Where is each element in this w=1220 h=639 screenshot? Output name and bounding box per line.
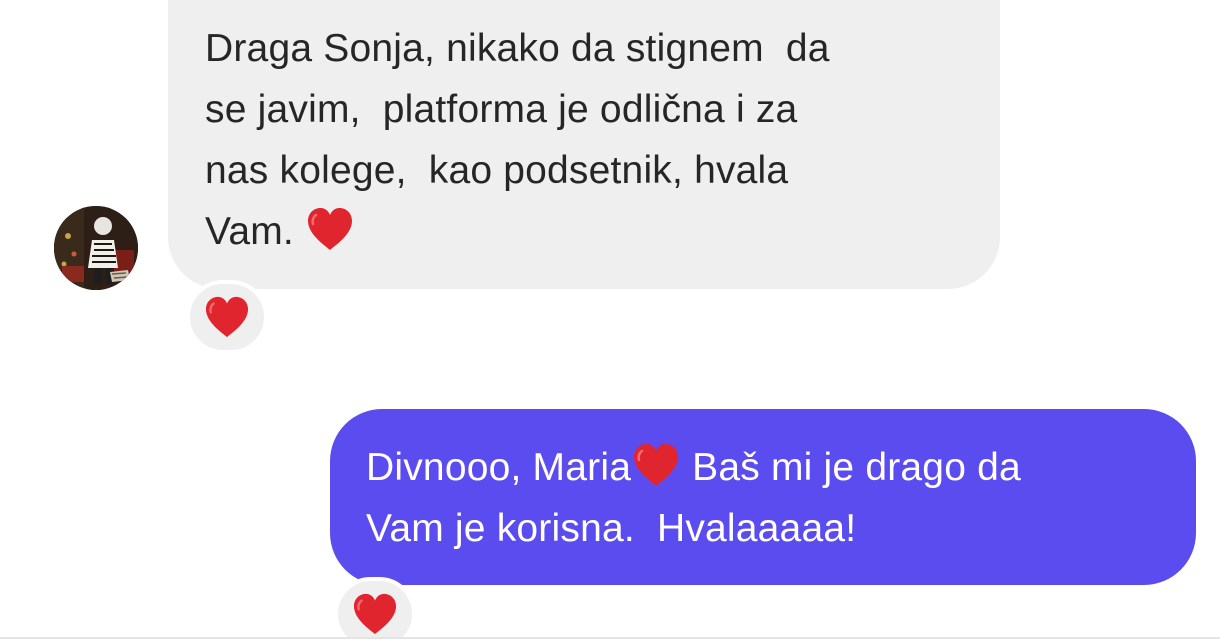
incoming-message-bubble[interactable]: Draga Sonja, nikako da stignem da se jav… (168, 0, 1000, 289)
message-text-part: Baš mi je drago da (681, 446, 1021, 489)
red-heart-icon (307, 208, 352, 250)
message-text-part: Divnooo, Maria (366, 446, 632, 489)
red-heart-icon (353, 593, 397, 635)
message-line: Vam je korisna. Hvalaaaaa! (366, 507, 857, 550)
message-line: Divnooo, Maria Baš mi je drago da (366, 437, 1166, 498)
message-line-text: Vam. (205, 210, 294, 253)
chat-thread: Draga Sonja, nikako da stignem da se jav… (0, 0, 1220, 639)
outgoing-message-bubble[interactable]: Divnooo, Maria Baš mi je drago da Vam je… (330, 409, 1196, 585)
message-line-last: Vam. (205, 201, 970, 262)
red-heart-icon (634, 444, 679, 486)
message-line: se javim, platforma je odlična i za (205, 88, 798, 131)
avatar-photo-icon (54, 206, 138, 290)
incoming-reaction-badge[interactable] (186, 280, 268, 354)
message-line: nas kolege, kao podsetnik, hvala (205, 149, 789, 192)
sender-avatar[interactable] (54, 206, 138, 290)
outgoing-reaction-badge[interactable] (334, 577, 416, 639)
message-line: Draga Sonja, nikako da stignem da (205, 27, 830, 70)
red-heart-icon (205, 296, 249, 338)
